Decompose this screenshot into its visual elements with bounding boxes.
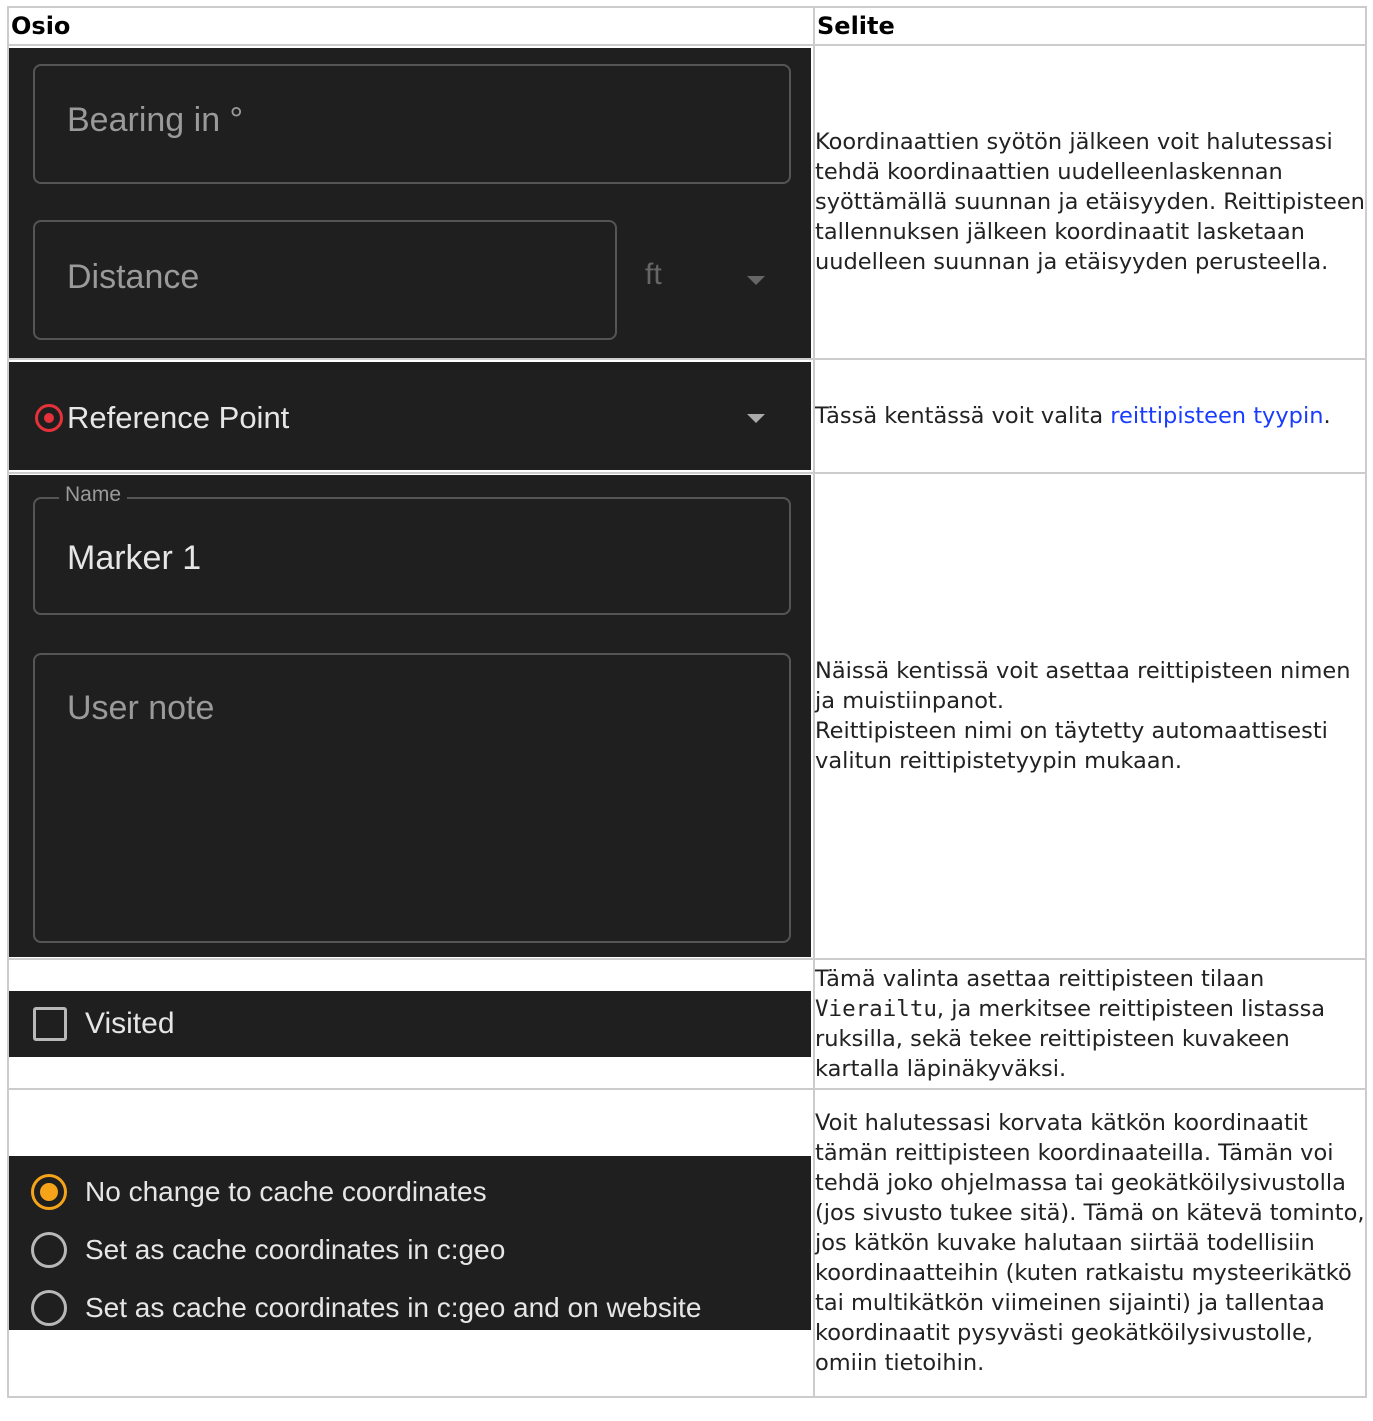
distance-input[interactable]: Distance — [33, 220, 617, 340]
description-bearing: Koordinaattien syötön jälkeen voit halut… — [813, 44, 1367, 360]
description-name-note: Näissä kentissä voit asettaa reittipiste… — [813, 472, 1367, 960]
radio-option[interactable]: No change to cache coordinates — [9, 1156, 811, 1214]
table-row: Name Marker 1 User note Näissä kentissä … — [7, 472, 1367, 960]
screenshot-cell: No change to cache coordinates Set as ca… — [7, 1088, 815, 1398]
screenshot-cell: Visited — [7, 958, 815, 1090]
desc-line: Reittipisteen nimi on täytetty automaatt… — [815, 718, 1328, 774]
waypoint-fields-table: Osio Selite Bearing in ° Distance ft Koo… — [7, 6, 1367, 1398]
unit-value: ft — [645, 258, 662, 291]
desc-text: . — [1323, 403, 1331, 429]
header-osio: Osio — [7, 6, 815, 46]
waypoint-type-link[interactable]: reittipisteen tyypin — [1110, 403, 1323, 429]
visited-code: Vierailtu — [815, 996, 937, 1022]
radio-icon[interactable] — [31, 1290, 67, 1326]
desc-text: Tämä valinta asettaa reittipisteen tilaa… — [815, 966, 1265, 992]
user-note-placeholder: User note — [67, 689, 215, 727]
table-row: Reference Point Tässä kentässä voit vali… — [7, 358, 1367, 474]
name-note-screenshot: Name Marker 1 User note — [9, 475, 811, 957]
visited-screenshot[interactable]: Visited — [9, 991, 811, 1057]
radio-option[interactable]: Set as cache coordinates in c:geo — [9, 1214, 811, 1272]
option-label: Set as cache coordinates in c:geo and on… — [85, 1292, 702, 1323]
checkbox-icon[interactable] — [33, 1007, 67, 1041]
name-field[interactable]: Name Marker 1 — [33, 483, 791, 615]
name-label: Name — [59, 483, 128, 507]
option-label: No change to cache coordinates — [85, 1176, 487, 1207]
name-value: Marker 1 — [67, 539, 202, 577]
header-selite: Selite — [813, 6, 1367, 46]
radio-icon[interactable] — [31, 1232, 67, 1268]
table-row: Bearing in ° Distance ft Koordinaattien … — [7, 44, 1367, 360]
bearing-placeholder: Bearing in ° — [67, 101, 244, 139]
desc-text: Tässä kentässä voit valita — [815, 403, 1111, 429]
bearing-input[interactable]: Bearing in ° — [33, 64, 791, 184]
radio-option[interactable]: Set as cache coordinates in c:geo and on… — [9, 1272, 811, 1330]
description-visited: Tämä valinta asettaa reittipisteen tilaa… — [813, 958, 1367, 1090]
option-label: Set as cache coordinates in c:geo — [85, 1234, 506, 1265]
description-type: Tässä kentässä voit valita reittipisteen… — [813, 358, 1367, 474]
dropdown-arrow-icon — [747, 276, 765, 285]
user-note-field[interactable]: User note — [33, 653, 791, 943]
radio-icon[interactable] — [31, 1174, 67, 1210]
visited-label: Visited — [85, 1007, 175, 1040]
unit-dropdown[interactable]: ft — [629, 220, 791, 340]
cache-coords-screenshot: No change to cache coordinates Set as ca… — [9, 1156, 811, 1330]
reference-point-icon — [35, 404, 63, 432]
header-row: Osio Selite — [7, 6, 1367, 46]
bearing-distance-screenshot: Bearing in ° Distance ft — [9, 48, 811, 358]
screenshot-cell: Reference Point — [7, 358, 815, 474]
desc-line: Näissä kentissä voit asettaa reittipiste… — [815, 658, 1351, 714]
screenshot-cell: Bearing in ° Distance ft — [7, 44, 815, 360]
table-row: Visited Tämä valinta asettaa reittipiste… — [7, 958, 1367, 1090]
dropdown-arrow-icon — [747, 414, 765, 423]
waypoint-type-screenshot[interactable]: Reference Point — [9, 362, 811, 470]
description-cache-coords: Voit halutessasi korvata kätkön koordina… — [813, 1088, 1367, 1398]
distance-placeholder: Distance — [67, 258, 200, 296]
waypoint-type-value: Reference Point — [67, 400, 290, 435]
screenshot-cell: Name Marker 1 User note — [7, 472, 815, 960]
table-row: No change to cache coordinates Set as ca… — [7, 1088, 1367, 1398]
